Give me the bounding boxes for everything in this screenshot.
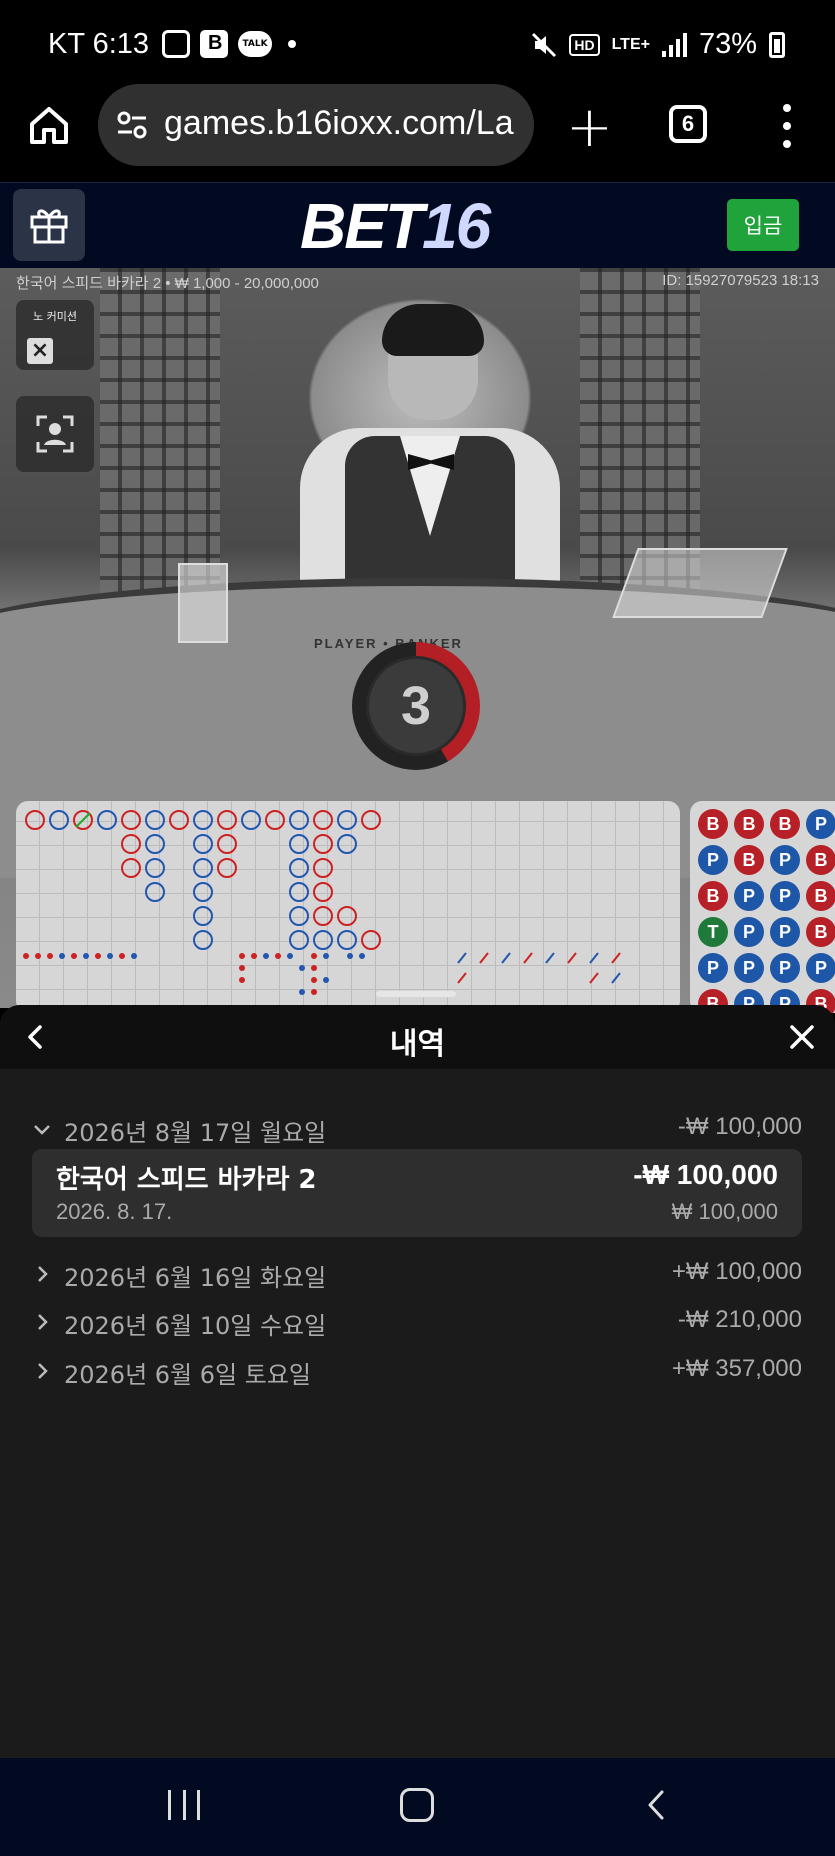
bead-b: B (698, 809, 728, 839)
day-amount: -₩ 100,000 (677, 1113, 802, 1140)
bead-p: P (770, 917, 800, 947)
site-logo[interactable]: BET16 (300, 189, 491, 263)
day-label: 2026년 6월 16일 화요일 (64, 1264, 327, 1292)
home-button[interactable] (400, 1788, 434, 1822)
bead-p: P (698, 953, 728, 983)
status-bar: KT 6:13 TALK HD LTE+ 73% (0, 0, 835, 92)
kakaotalk-icon: TALK (238, 31, 272, 57)
close-icon[interactable]: × (27, 338, 53, 364)
bead-p: P (698, 845, 728, 875)
chevron-right-icon (38, 1266, 48, 1282)
bead-p: P (734, 881, 764, 911)
recent-apps-button[interactable] (168, 1790, 200, 1820)
day-label: 2026년 8월 17일 월요일 (64, 1119, 327, 1147)
no-commission-label: 노 커미션 (33, 310, 77, 323)
bead-b: B (806, 845, 835, 875)
new-tab-button[interactable]: + (566, 100, 613, 156)
gift-icon (30, 209, 68, 244)
history-day-row[interactable]: 2026년 6월 10일 수요일 -₩ 210,000 (32, 1302, 802, 1342)
bead-p: P (806, 809, 835, 839)
day-label: 2026년 6월 6일 토요일 (64, 1361, 311, 1389)
bead-p: P (770, 845, 800, 875)
bead-road[interactable]: BBBPPBPBBPPBTPPBPPPPBPPB (690, 801, 835, 1013)
day-amount: +₩ 100,000 (671, 1258, 802, 1285)
history-panel: 내역 2026년 8월 17일 월요일 -₩ 100,000 한국어 스피드 바… (0, 1005, 835, 1758)
game-id: ID: 15927079523 18:13 (662, 272, 819, 289)
more-notifications-icon (288, 40, 296, 48)
browser-menu-button[interactable] (780, 104, 794, 148)
chevron-right-icon (38, 1363, 48, 1379)
card-shoe (612, 548, 788, 618)
bead-p: P (770, 881, 800, 911)
day-label: 2026년 6월 10일 수요일 (64, 1312, 327, 1340)
deposit-button[interactable]: 입금 (727, 199, 799, 251)
tab-switcher-button[interactable]: 6 (669, 105, 707, 143)
bet-stake: ₩ 100,000 (671, 1199, 778, 1224)
bet-date: 2026. 8. 17. (56, 1199, 173, 1224)
system-icons: HD LTE+ 73% (531, 28, 785, 61)
person-focus-icon (36, 415, 74, 453)
address-bar[interactable]: games.b16ioxx.com/La (98, 84, 534, 166)
mute-icon (532, 32, 557, 57)
browser-toolbar: games.b16ioxx.com/La + 6 (0, 84, 835, 182)
gallery-icon (162, 30, 190, 58)
countdown-timer: 3 (352, 642, 480, 770)
back-button[interactable] (640, 1788, 674, 1822)
bead-b: B (770, 809, 800, 839)
bead-b: B (734, 809, 764, 839)
history-title: 내역 (389, 1027, 446, 1062)
big-road-scoreboard[interactable] (16, 801, 680, 1013)
chevron-right-icon (38, 1314, 48, 1330)
card-holder (178, 563, 228, 643)
bead-p: P (734, 917, 764, 947)
bead-p: P (734, 953, 764, 983)
clock: KT 6:13 (48, 28, 150, 60)
battery-percent: 73% (698, 28, 757, 60)
history-day-row[interactable]: 2026년 6월 6일 토요일 +₩ 357,000 (32, 1351, 802, 1391)
bet-game-name: 한국어 스피드 바카라 2 (56, 1165, 317, 1195)
roadmap-marks (23, 810, 621, 995)
bead-b: B (806, 881, 835, 911)
countdown-value: 3 (366, 656, 466, 756)
day-amount: +₩ 357,000 (671, 1355, 802, 1382)
history-day-row[interactable]: 2026년 6월 16일 화요일 +₩ 100,000 (32, 1254, 802, 1294)
background-decor (100, 268, 220, 598)
battery-icon (769, 31, 785, 58)
bead-b: B (734, 845, 764, 875)
lte-icon: LTE+ (611, 35, 650, 53)
signal-icon (661, 32, 687, 57)
home-icon[interactable] (26, 102, 72, 148)
history-header: 내역 (0, 1005, 835, 1069)
bead-t: T (698, 917, 728, 947)
day-amount: -₩ 210,000 (677, 1306, 802, 1333)
system-nav-bar (0, 1758, 835, 1856)
no-commission-toggle[interactable]: 노 커미션 × (16, 300, 94, 370)
bead-b: B (698, 881, 728, 911)
bet-record[interactable]: 한국어 스피드 바카라 2 2026. 8. 17. -₩ 100,000 ₩ … (32, 1149, 802, 1237)
bet-result: -₩ 100,000 (633, 1159, 778, 1190)
sheet-drag-handle[interactable] (376, 991, 456, 997)
camera-view-button[interactable] (16, 396, 94, 472)
site-header: BET16 입금 (0, 182, 835, 268)
bead-p: P (806, 953, 835, 983)
bead-p: P (770, 953, 800, 983)
chevron-down-icon (34, 1125, 50, 1135)
site-settings-icon[interactable] (116, 109, 148, 141)
b-app-icon (200, 30, 228, 58)
gift-button[interactable] (13, 189, 85, 261)
game-info: 한국어 스피드 바카라 2 • ₩ 1,000 - 20,000,000 (16, 275, 319, 292)
url-text[interactable]: games.b16ioxx.com/La (164, 104, 524, 143)
history-day-row[interactable]: 2026년 8월 17일 월요일 -₩ 100,000 (32, 1109, 802, 1149)
bead-b: B (806, 917, 835, 947)
notification-icons: TALK (162, 30, 296, 58)
hd-icon: HD (569, 33, 600, 56)
close-icon[interactable] (784, 1019, 820, 1055)
